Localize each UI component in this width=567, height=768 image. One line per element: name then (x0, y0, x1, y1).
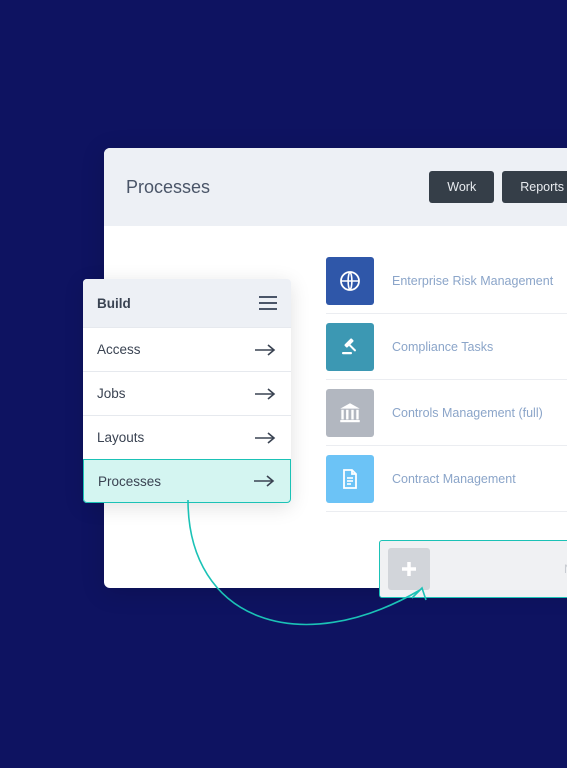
process-row-contract[interactable]: Contract Management (326, 446, 567, 512)
process-row-enterprise-risk[interactable]: Enterprise Risk Management (326, 248, 567, 314)
sidebar-menu: Build Access Jobs Layouts Processes (83, 279, 291, 503)
sidebar-item-label: Access (97, 342, 141, 357)
process-label: Controls Management (full) (392, 406, 543, 420)
sidebar-title: Build (97, 296, 131, 311)
arrow-right-icon (253, 388, 277, 400)
arrow-right-icon (252, 475, 276, 487)
header-buttons: Work Reports (429, 171, 567, 203)
globe-icon (326, 257, 374, 305)
process-label: Contract Management (392, 472, 516, 486)
sidebar-header: Build (83, 279, 291, 327)
sidebar-item-label: Processes (98, 474, 161, 489)
sidebar-item-label: Jobs (97, 386, 126, 401)
arrow-right-icon (253, 344, 277, 356)
sidebar-item-access[interactable]: Access (83, 327, 291, 371)
process-label: Enterprise Risk Management (392, 274, 553, 288)
reports-button[interactable]: Reports (502, 171, 567, 203)
new-process-card[interactable]: New (379, 540, 567, 598)
arrow-right-icon (253, 432, 277, 444)
hamburger-icon[interactable] (259, 296, 277, 310)
sidebar-item-jobs[interactable]: Jobs (83, 371, 291, 415)
document-icon (326, 455, 374, 503)
sidebar-item-label: Layouts (97, 430, 144, 445)
gavel-icon (326, 323, 374, 371)
process-row-compliance[interactable]: Compliance Tasks (326, 314, 567, 380)
building-icon (326, 389, 374, 437)
work-button[interactable]: Work (429, 171, 494, 203)
sidebar-item-layouts[interactable]: Layouts (83, 415, 291, 459)
sidebar-item-processes[interactable]: Processes (83, 459, 291, 503)
main-header: Processes Work Reports (104, 148, 567, 226)
page-title: Processes (126, 177, 429, 198)
process-label: Compliance Tasks (392, 340, 493, 354)
plus-icon (388, 548, 430, 590)
process-row-controls[interactable]: Controls Management (full) (326, 380, 567, 446)
